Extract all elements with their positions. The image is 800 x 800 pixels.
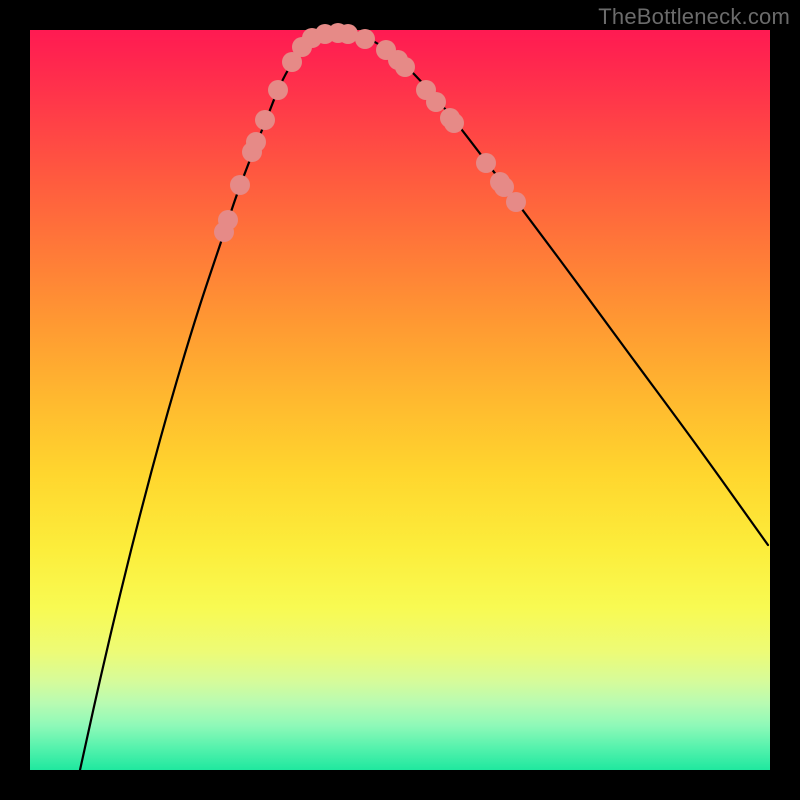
watermark-text: TheBottleneck.com xyxy=(598,4,790,30)
curve-marker xyxy=(255,110,275,130)
curve-marker xyxy=(506,192,526,212)
curve-marker xyxy=(218,210,238,230)
chart-svg xyxy=(30,30,770,770)
chart-frame: TheBottleneck.com xyxy=(0,0,800,800)
curve-marker xyxy=(426,92,446,112)
plot-area xyxy=(30,30,770,770)
curve-marker xyxy=(355,29,375,49)
curve-marker xyxy=(338,24,358,44)
curve-marker xyxy=(246,132,266,152)
bottleneck-curve xyxy=(80,33,768,770)
curve-marker xyxy=(268,80,288,100)
curve-marker xyxy=(444,113,464,133)
curve-marker xyxy=(476,153,496,173)
curve-marker xyxy=(230,175,250,195)
curve-marker xyxy=(395,57,415,77)
